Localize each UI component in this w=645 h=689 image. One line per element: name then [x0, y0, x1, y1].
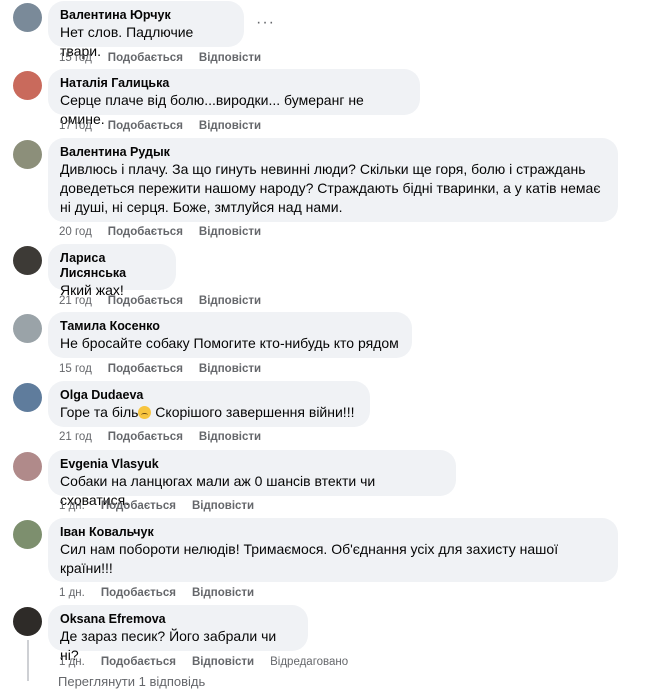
comment-text-end: Скорішого завершення війни!!!	[151, 404, 355, 420]
comment-time[interactable]: 1 дн.	[59, 656, 85, 668]
comment-bubble: Evgenia Vlasyuk Собаки на ланцюгах мали …	[48, 450, 456, 508]
comment-text: Не бросайте собаку Помогите кто-нибудь к…	[60, 335, 399, 351]
edited-label: Відредаговано	[270, 656, 349, 668]
reply-button[interactable]: Відповісти	[199, 295, 261, 307]
like-button[interactable]: Подобається	[101, 587, 176, 599]
comment-text: Горе та біль Скорішого завершення війни!…	[60, 403, 358, 422]
like-button[interactable]: Подобається	[101, 500, 176, 512]
comment-time[interactable]: 17 год	[59, 120, 92, 132]
comment-actions: 15 год Подобається Відповісти	[59, 363, 261, 375]
comment-author[interactable]: Наталія Галицька	[60, 76, 408, 91]
comment-actions: 21 год Подобається Відповісти	[59, 431, 261, 443]
comment-bubble: Наталія Галицька Серце плаче від болю...…	[48, 69, 420, 127]
like-button[interactable]: Подобається	[108, 295, 183, 307]
comment-actions: 20 год Подобається Відповісти	[59, 226, 261, 238]
comment-text: Сил нам побороти нелюдів! Тримаємося. Об…	[60, 541, 559, 576]
avatar[interactable]	[13, 314, 42, 343]
comment-time[interactable]: 1 дн.	[59, 587, 85, 599]
comment-actions: 1 дн. Подобається Відповісти	[59, 587, 254, 599]
avatar[interactable]	[13, 452, 42, 481]
comment-bubble: Oksana Efremova Де зараз песик? Його заб…	[48, 605, 308, 663]
comment-time[interactable]: 15 год	[59, 52, 92, 64]
like-button[interactable]: Подобається	[108, 226, 183, 238]
like-button[interactable]: Подобається	[108, 363, 183, 375]
like-button[interactable]: Подобається	[108, 52, 183, 64]
ellipsis-icon[interactable]: ···	[256, 14, 275, 32]
comment-author[interactable]: Olga Dudaeva	[60, 388, 358, 403]
view-replies-link[interactable]: Переглянути 1 відповідь	[58, 674, 205, 689]
comment-actions: 15 год Подобається Відповісти	[59, 52, 261, 64]
reply-button[interactable]: Відповісти	[192, 500, 254, 512]
comment-bubble: Лариса Лисянська Який жах!	[48, 244, 176, 298]
avatar[interactable]	[13, 71, 42, 100]
comment-author[interactable]: Валентина Юрчук	[60, 8, 232, 23]
comment-author[interactable]: Лариса Лисянська	[60, 251, 164, 281]
comment-author[interactable]: Тамила Косенко	[60, 319, 400, 334]
reply-button[interactable]: Відповісти	[199, 226, 261, 238]
reply-button[interactable]: Відповісти	[199, 431, 261, 443]
comment-time[interactable]: 21 год	[59, 431, 92, 443]
comment-actions: 1 дн. Подобається Відповісти	[59, 500, 254, 512]
like-button[interactable]: Подобається	[108, 431, 183, 443]
comment-time[interactable]: 21 год	[59, 295, 92, 307]
comment-author[interactable]: Oksana Efremova	[60, 612, 296, 627]
comment-bubble: Валентина Юрчук Нет слов. Падлючие твари…	[48, 1, 244, 59]
comment-author[interactable]: Evgenia Vlasyuk	[60, 457, 444, 472]
avatar[interactable]	[13, 140, 42, 169]
like-button[interactable]: Подобається	[108, 120, 183, 132]
comment-time[interactable]: 1 дн.	[59, 500, 85, 512]
avatar[interactable]	[13, 246, 42, 275]
reply-button[interactable]: Відповісти	[199, 363, 261, 375]
comment-author[interactable]: Іван Ковальчук	[60, 525, 606, 540]
avatar[interactable]	[13, 607, 42, 636]
comment-author[interactable]: Валентина Рудык	[60, 145, 606, 160]
reply-button[interactable]: Відповісти	[192, 587, 254, 599]
comment-actions: 21 год Подобається Відповісти	[59, 295, 261, 307]
comment-text-start: Горе та біль	[60, 404, 139, 420]
comment-bubble: Тамила Косенко Не бросайте собаку Помоги…	[48, 312, 412, 358]
reply-button[interactable]: Відповісти	[199, 52, 261, 64]
avatar[interactable]	[13, 383, 42, 412]
like-button[interactable]: Подобається	[101, 656, 176, 668]
reply-thread-line	[27, 640, 29, 681]
comment-time[interactable]: 15 год	[59, 363, 92, 375]
avatar[interactable]	[13, 520, 42, 549]
avatar[interactable]	[13, 3, 42, 32]
reply-button[interactable]: Відповісти	[192, 656, 254, 668]
comment-actions: 17 год Подобається Відповісти	[59, 120, 261, 132]
comment-time[interactable]: 20 год	[59, 226, 92, 238]
comment-bubble: Валентина Рудык Дивлюсь і плачу. За що г…	[48, 138, 618, 222]
reply-button[interactable]: Відповісти	[199, 120, 261, 132]
crying-face-icon	[138, 406, 152, 419]
comment-bubble: Іван Ковальчук Сил нам побороти нелюдів!…	[48, 518, 618, 582]
comment-actions: 1 дн. Подобається Відповісти Відредагова…	[59, 656, 348, 668]
comment-bubble: Olga Dudaeva Горе та біль Скорішого заве…	[48, 381, 370, 427]
comment-text: Дивлюсь і плачу. За що гинуть невинні лю…	[60, 161, 601, 215]
